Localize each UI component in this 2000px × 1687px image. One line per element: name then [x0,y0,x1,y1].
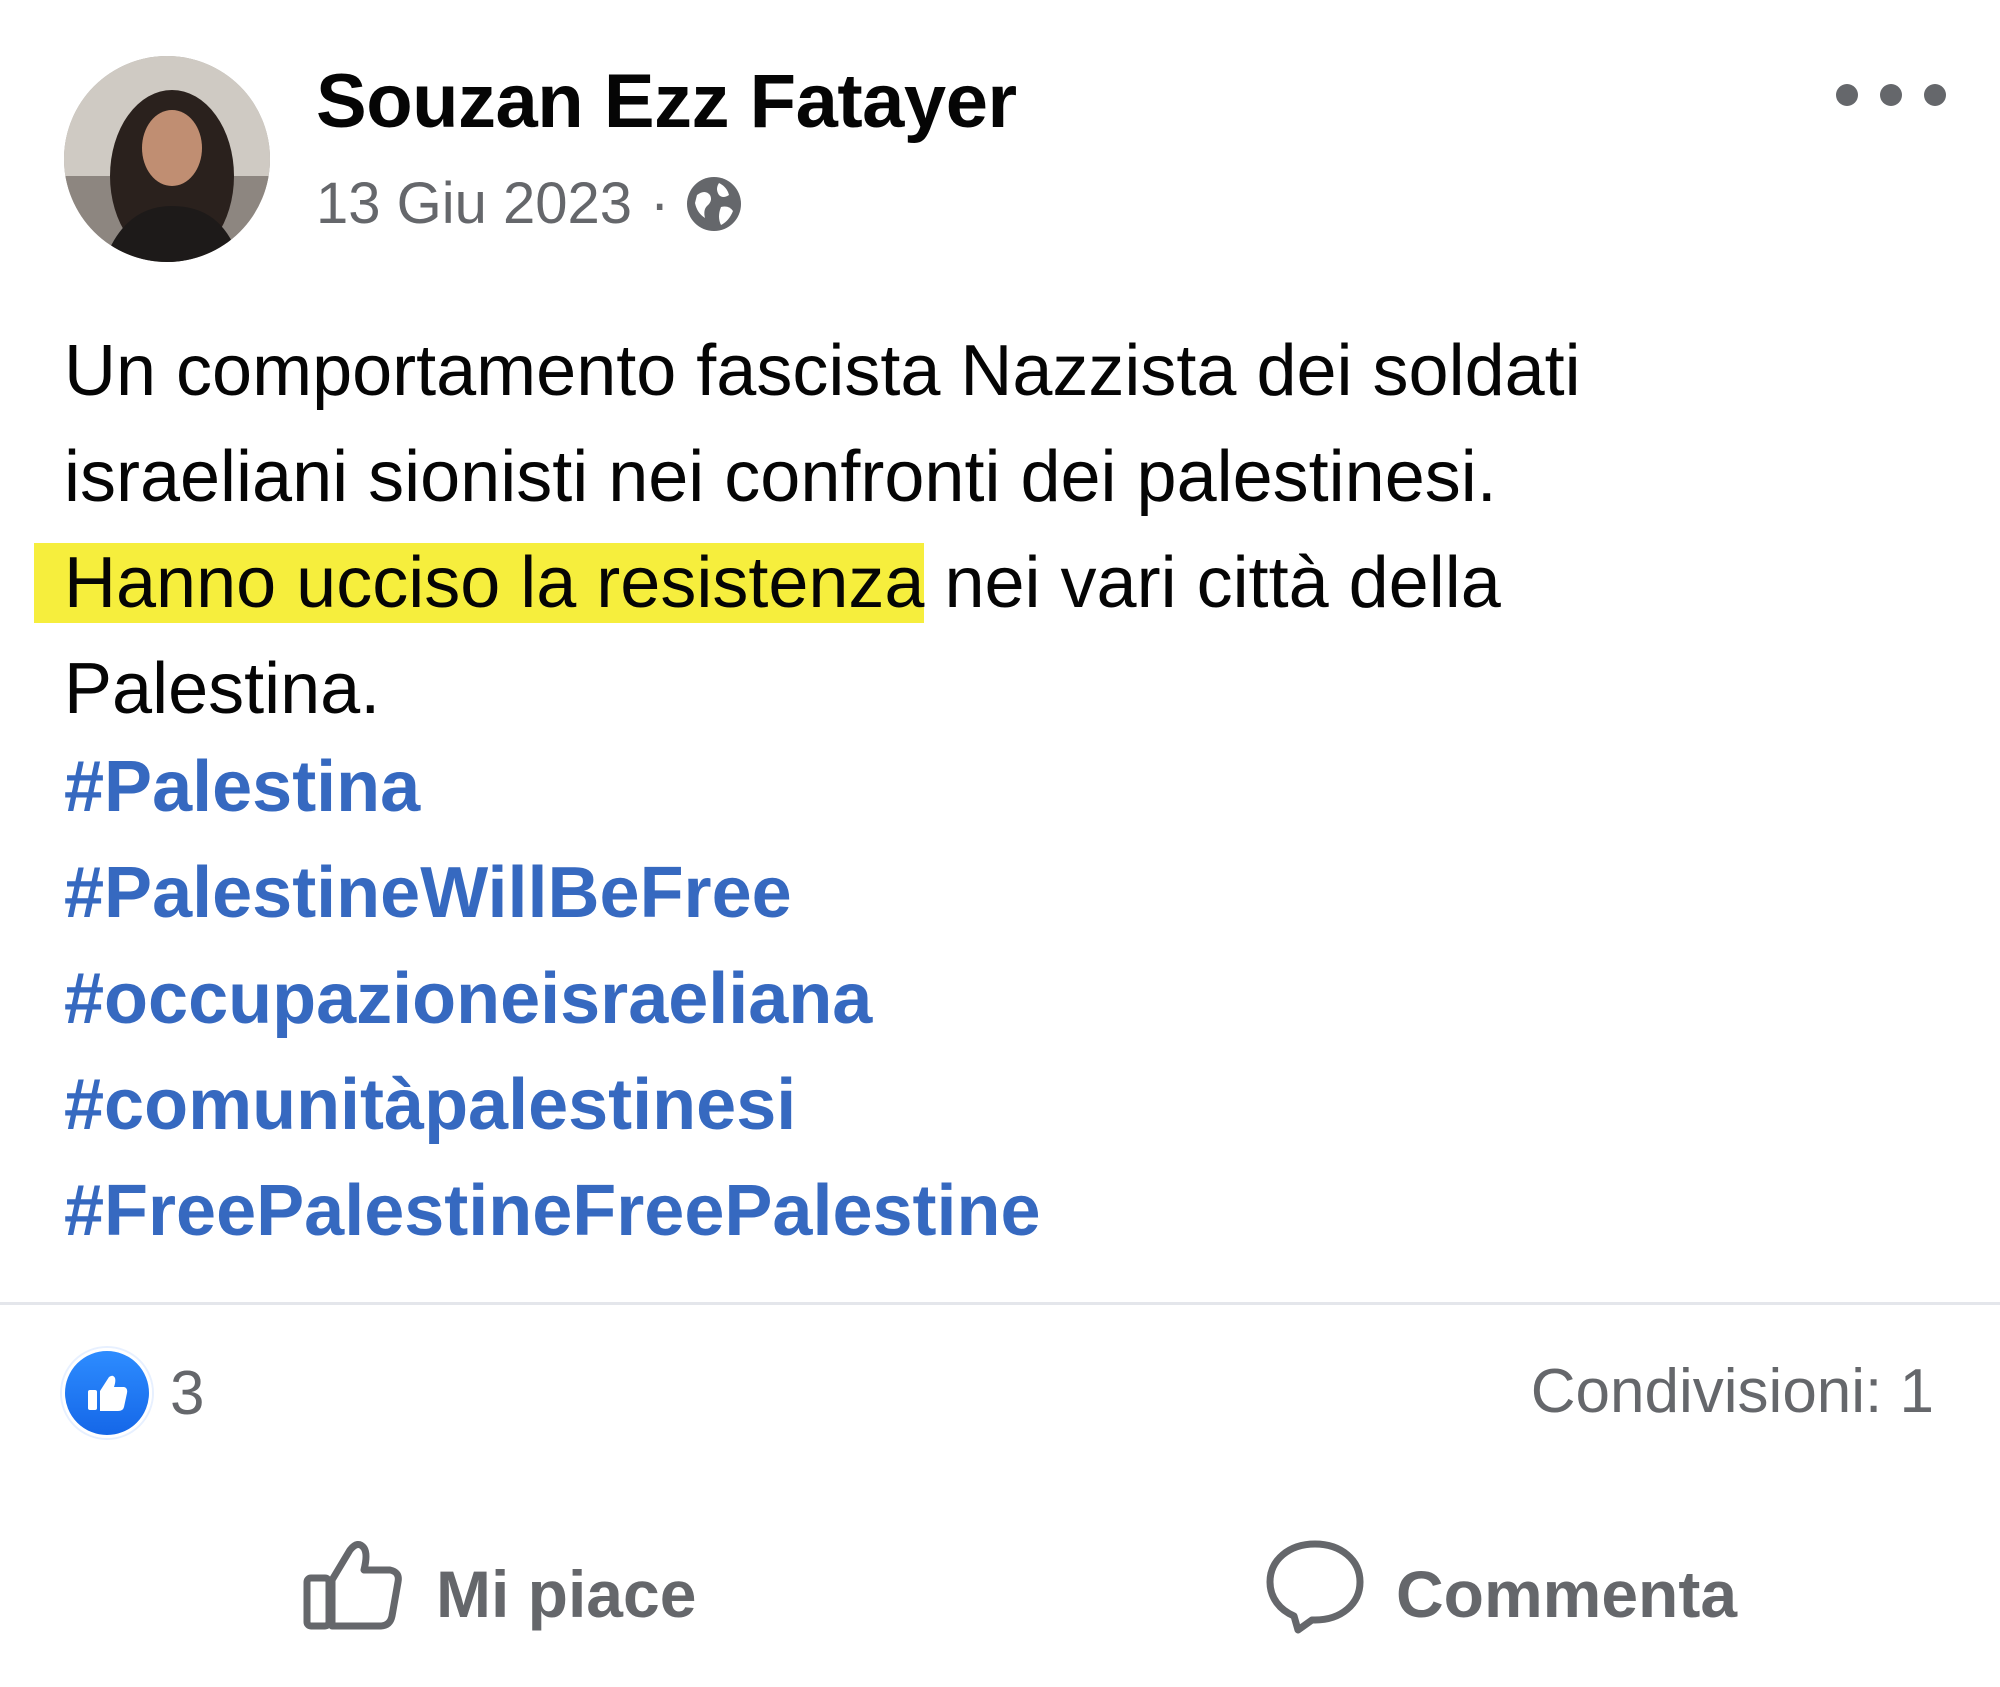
post-text-line: Un comportamento fascista Nazzista dei s… [64,331,1581,411]
post-text-line: Palestina. [64,649,381,729]
post-date[interactable]: 13 Giu 2023 [316,170,632,237]
author-name[interactable]: Souzan Ezz Fatayer [316,58,1017,145]
avatar[interactable] [64,56,270,262]
post-text-fragment: nei vari città della [924,543,1501,623]
profile-photo [64,56,270,262]
reactions-summary[interactable]: 3 [62,1348,204,1438]
like-button[interactable]: Mi piace [302,1536,696,1651]
hashtag-link[interactable]: #occupazioneisraeliana [64,946,1041,1052]
reactions-count: 3 [170,1358,205,1428]
post-text-line: Hanno ucciso la resistenza nei vari citt… [64,530,1944,636]
hashtag-link[interactable]: #Palestina [64,734,1041,840]
post-text-line: israeliani sionisti nei confronti dei pa… [64,437,1497,517]
globe-icon [683,173,745,235]
comment-button[interactable]: Commenta [1264,1536,1737,1651]
hashtag-link[interactable]: #comunitàpalestinesi [64,1052,1041,1158]
post-meta: 13 Giu 2023 · [316,170,745,237]
comment-label: Commenta [1396,1556,1738,1631]
more-options-icon[interactable] [1836,70,1946,120]
highlighted-text: Hanno ucciso la resistenza [64,543,925,623]
hashtag-list: #Palestina #PalestineWillBeFree #occupaz… [64,734,1041,1264]
meta-separator: · [650,171,670,236]
divider [0,1302,2000,1305]
hashtag-link[interactable]: #FreePalestineFreePalestine [64,1158,1041,1264]
hashtag-link[interactable]: #PalestineWillBeFree [64,840,1041,946]
like-label: Mi piace [436,1556,697,1631]
like-reaction-icon [62,1348,152,1438]
facebook-post: Souzan Ezz Fatayer 13 Giu 2023 · Un comp… [0,0,2000,1687]
comment-bubble-icon [1264,1536,1366,1651]
post-text: Un comportamento fascista Nazzista dei s… [64,318,1944,742]
shares-count[interactable]: Condivisioni: 1 [1531,1356,1934,1427]
thumbs-up-icon [302,1536,406,1651]
